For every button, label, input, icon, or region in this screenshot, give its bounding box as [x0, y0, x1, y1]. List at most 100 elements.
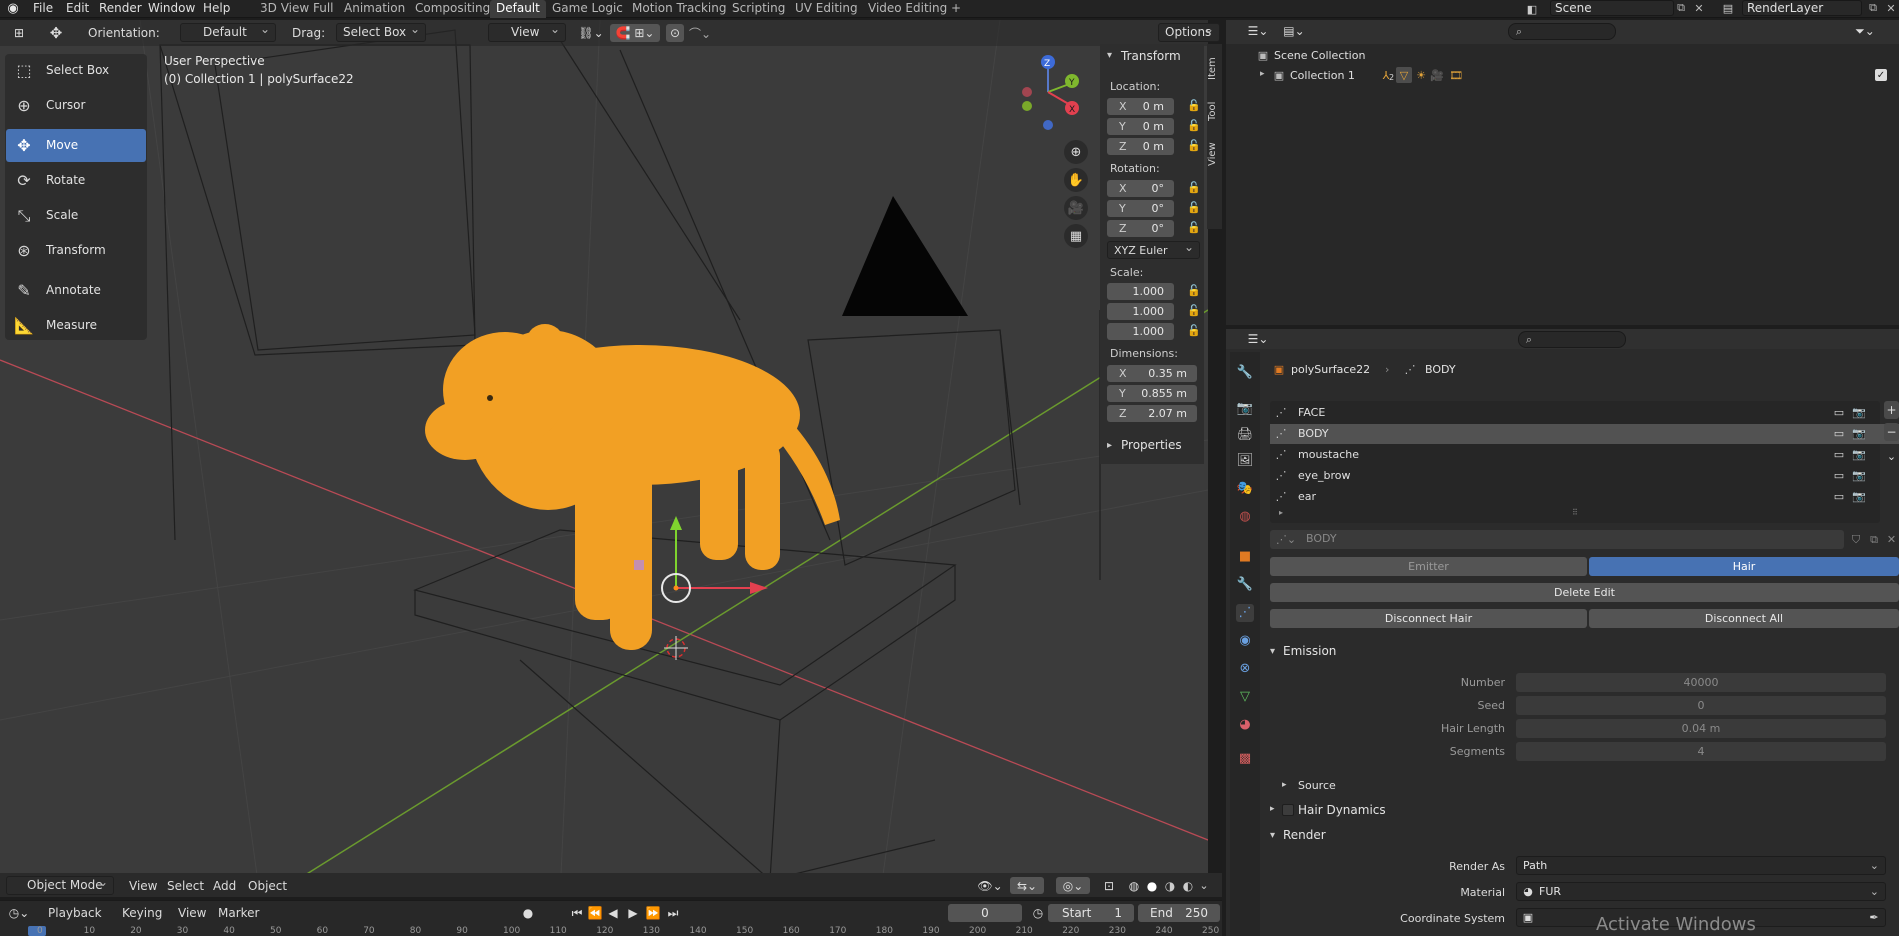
tool-select-box[interactable]: ⬚ Select Box	[6, 54, 146, 87]
segments-field[interactable]: 4	[1516, 742, 1886, 761]
viewport-display-icon[interactable]: ▭	[1832, 469, 1846, 483]
mesh-icon[interactable]: ▽	[1396, 67, 1412, 83]
jump-end-icon[interactable]: ⏭	[666, 906, 680, 920]
add-particle-system-button[interactable]: +	[1884, 401, 1899, 419]
xray-icon[interactable]: ⊡	[1100, 877, 1118, 894]
render-layer-field[interactable]: RenderLayer	[1742, 0, 1862, 16]
tab-video-editing[interactable]: Video Editing	[862, 0, 953, 18]
render-camera-icon[interactable]: 📷	[1852, 406, 1866, 420]
expand-source-icon[interactable]: ▸	[1282, 780, 1287, 790]
particle-settings-field[interactable]: ⋰⌄ BODY	[1270, 530, 1844, 549]
expand-arrow-icon[interactable]: ▸	[1260, 69, 1265, 79]
physics-tab-icon[interactable]: ◉	[1236, 632, 1254, 650]
tab-view[interactable]: View	[1207, 138, 1222, 170]
collapse-emission-icon[interactable]: ▾	[1270, 646, 1275, 657]
cone-object[interactable]	[842, 196, 968, 316]
filter-icon[interactable]: ⏷⌄	[1854, 23, 1876, 39]
solid-shading-icon[interactable]: ●	[1144, 877, 1160, 894]
tab-tool[interactable]: Tool	[1207, 96, 1222, 126]
tool-rotate[interactable]: ⟳ Rotate	[6, 164, 146, 197]
shading-options-icon[interactable]: ⌄	[1198, 877, 1210, 894]
camera-view-icon[interactable]: 🎥	[1064, 196, 1088, 220]
render-camera-icon[interactable]: 📷	[1852, 469, 1866, 483]
pivot-point-icon[interactable]: ⛓⌄	[574, 24, 608, 42]
add-workspace-button[interactable]: +	[945, 0, 967, 18]
lock-icon[interactable]: 🔓	[1187, 221, 1201, 235]
transform-panel-title[interactable]: Transform	[1121, 49, 1181, 63]
marker-menu[interactable]: Marker	[218, 906, 259, 920]
output-tab-icon[interactable]: 🖨	[1236, 426, 1254, 444]
remove-scene-icon[interactable]: ✕	[1692, 1, 1706, 15]
rendered-shading-icon[interactable]: ◐	[1180, 877, 1196, 894]
display-mode-icon[interactable]: ▤⌄	[1281, 23, 1307, 39]
type-hair-button[interactable]: Hair	[1589, 557, 1899, 576]
viewport-display-icon[interactable]: ▭	[1832, 490, 1846, 504]
options-dropdown[interactable]: Options	[1158, 21, 1220, 42]
tool-measure[interactable]: 📐 Measure	[6, 309, 146, 342]
menu-window[interactable]: Window	[148, 0, 195, 18]
expand-properties-icon[interactable]: ▸	[1107, 440, 1112, 451]
breadcrumb-object[interactable]: polySurface22	[1291, 363, 1370, 376]
play-reverse-icon[interactable]: ◀	[606, 906, 620, 920]
new-layer-icon[interactable]: ⧉	[1866, 1, 1880, 15]
drag-dropdown[interactable]: Select Box	[336, 21, 426, 42]
light-icon[interactable]: ☀	[1414, 68, 1428, 82]
tool-cursor[interactable]: ⊕ Cursor	[6, 89, 146, 122]
properties-search-input[interactable]: ⌕	[1518, 331, 1626, 348]
unlink-icon[interactable]: ✕	[1884, 531, 1899, 548]
list-item[interactable]: ⋰ moustache ▭ 📷	[1270, 445, 1899, 465]
lock-icon[interactable]: 🔓	[1187, 119, 1201, 133]
list-expand-icon[interactable]: ▸	[1279, 508, 1283, 517]
outliner-editor-icon[interactable]: ☰⌄	[1245, 23, 1271, 39]
start-frame-field[interactable]: Start 1	[1048, 904, 1134, 922]
list-item-active[interactable]: ⋰ BODY ▭ 📷	[1270, 424, 1899, 444]
scale-y-field[interactable]: 1.000	[1107, 303, 1174, 320]
lock-icon[interactable]: 🔓	[1187, 324, 1201, 338]
zoom-icon[interactable]: ⊕	[1064, 140, 1088, 164]
rotation-x-field[interactable]: X 0°	[1107, 180, 1174, 197]
lock-icon[interactable]: 🔓	[1187, 201, 1201, 215]
breadcrumb-particle-system[interactable]: BODY	[1425, 363, 1456, 376]
disconnect-all-button[interactable]: Disconnect All	[1589, 609, 1899, 628]
rotation-y-field[interactable]: Y 0°	[1107, 200, 1174, 217]
properties-panel-title[interactable]: Properties	[1121, 438, 1182, 452]
outliner-scene-collection-row[interactable]: ▣ Scene Collection	[1226, 47, 1899, 67]
list-item[interactable]: ⋰ eye_brow ▭ 📷	[1270, 466, 1899, 486]
blender-logo-icon[interactable]: ◉	[6, 0, 20, 18]
list-resize-handle[interactable]: ⠿	[1572, 508, 1578, 517]
view-layer-tab-icon[interactable]: 🖼	[1236, 452, 1254, 470]
ortho-grid-icon[interactable]: ▦	[1064, 224, 1088, 248]
hair-dynamics-checkbox[interactable]	[1282, 804, 1294, 816]
render-camera-icon[interactable]: 📷	[1852, 448, 1866, 462]
menu-help[interactable]: Help	[203, 0, 230, 18]
tab-default[interactable]: Default	[490, 0, 546, 18]
lock-icon[interactable]: 🔓	[1187, 139, 1201, 153]
remove-particle-system-button[interactable]: −	[1884, 423, 1899, 441]
end-frame-field[interactable]: End 250	[1138, 904, 1220, 922]
transform-pivot-icon[interactable]: ✥	[46, 24, 66, 42]
render-as-dropdown[interactable]: Path ⌄	[1516, 856, 1886, 875]
expand-hair-dynamics-icon[interactable]: ▸	[1270, 804, 1275, 814]
duplicate-icon[interactable]: ⧉	[1866, 531, 1882, 548]
wireframe-shading-icon[interactable]: ◍	[1126, 877, 1142, 894]
object-tab-icon[interactable]: ■	[1236, 548, 1254, 566]
render-layer-icon[interactable]: ▤	[1720, 1, 1736, 15]
jump-start-icon[interactable]: ⏮	[570, 906, 584, 920]
tab-motion-tracking[interactable]: Motion Tracking	[626, 0, 732, 18]
dimension-x-field[interactable]: X 0.35 m	[1107, 365, 1197, 382]
fake-user-icon[interactable]: ⛉	[1848, 531, 1864, 548]
texture-tab-icon[interactable]: ▩	[1236, 750, 1254, 768]
menu-object[interactable]: Object	[248, 879, 287, 893]
falloff-icon[interactable]: ⌒⌄	[688, 24, 712, 42]
constraints-tab-icon[interactable]: ⊗	[1236, 660, 1254, 678]
gizmo-toggle-icon[interactable]: ⇆⌄	[1010, 877, 1044, 894]
new-scene-icon[interactable]: ⧉	[1674, 1, 1688, 15]
timeline-ruler[interactable]: 0 10 20 30 40 50 60 70 80 90 100 110 120 130 140 150 160…	[0, 926, 1222, 936]
visibility-icon[interactable]: 👁⌄	[975, 877, 1005, 894]
data-tab-icon[interactable]: ▽	[1236, 688, 1254, 706]
rotation-z-field[interactable]: Z 0°	[1107, 220, 1174, 237]
collection-checkbox[interactable]: ✓	[1875, 69, 1887, 81]
disconnect-hair-button[interactable]: Disconnect Hair	[1270, 609, 1587, 628]
rotation-mode-dropdown[interactable]: XYZ Euler	[1107, 239, 1200, 259]
material-shading-icon[interactable]: ◑	[1162, 877, 1178, 894]
